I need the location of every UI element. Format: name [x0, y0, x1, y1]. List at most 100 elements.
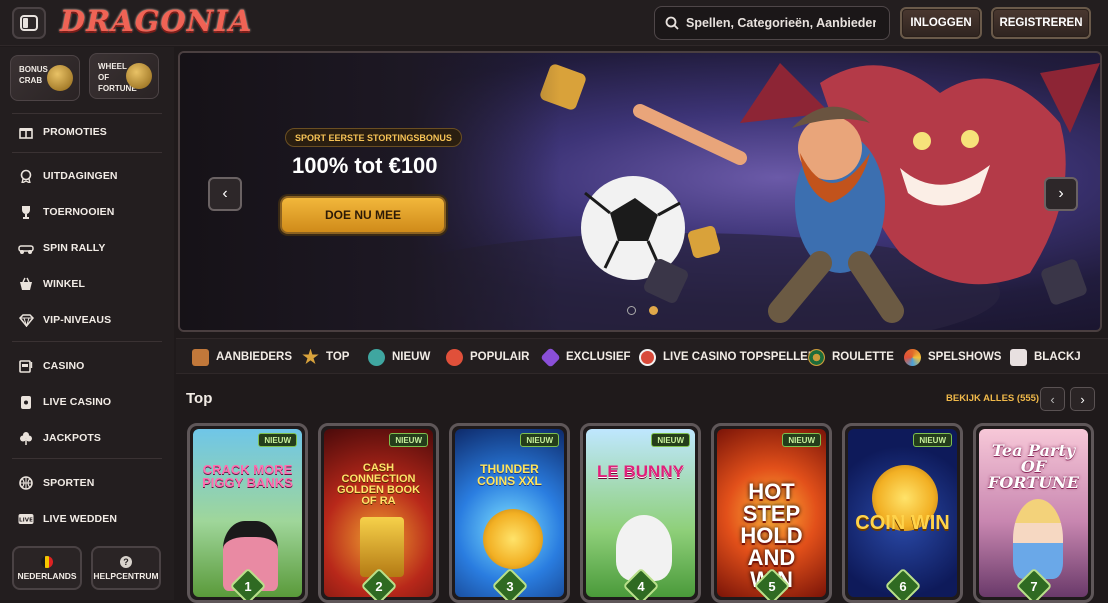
- wheel-icon: [126, 63, 152, 89]
- sidebar-item-label: TOERNOOIEN: [43, 206, 115, 218]
- category-roulette[interactable]: ROULETTE: [808, 339, 894, 373]
- sidebar-item-live-wedden[interactable]: LIVE LIVE WEDDEN: [0, 504, 174, 534]
- hero-prev-button[interactable]: ‹: [208, 177, 242, 211]
- wheel-of-fortune-tile[interactable]: WHEEL OF FORTUNE: [89, 53, 159, 99]
- rank-number: 3: [505, 578, 514, 594]
- game-tile[interactable]: HOT STEP HOLD AND WIN NIEUW 5: [711, 423, 832, 603]
- sidebar-item-uitdagingen[interactable]: UITDAGINGEN: [0, 161, 174, 191]
- hero-title: 100% tot €100: [292, 153, 438, 178]
- category-label: ROULETTE: [832, 351, 894, 363]
- help-icon: ?: [120, 555, 132, 568]
- sidebar-item-winkel[interactable]: WINKEL: [0, 269, 174, 299]
- sidebar-item-label: SPIN RALLY: [43, 242, 106, 254]
- category-aanbieders[interactable]: AANBIEDERS: [192, 339, 292, 373]
- rank-number: 5: [767, 578, 776, 594]
- sidebar-item-casino[interactable]: CASINO: [0, 351, 174, 381]
- category-label: EXCLUSIEF: [566, 351, 631, 363]
- game-tile[interactable]: COIN WIN NIEUW 6: [842, 423, 963, 603]
- sidebar-item-spin-rally[interactable]: SPIN RALLY: [0, 233, 174, 263]
- svg-text:LIVE: LIVE: [19, 518, 33, 524]
- divider: [12, 152, 162, 153]
- game-title: COIN WIN: [855, 512, 950, 534]
- divider: [12, 113, 162, 114]
- category-label: BLACKJ: [1034, 351, 1081, 363]
- help-center-button[interactable]: ? HELPCENTRUM: [91, 546, 161, 590]
- sidebar-item-label: SPORTEN: [43, 477, 95, 489]
- sidebar-item-vip-niveaus[interactable]: VIP-NIVEAUS: [0, 305, 174, 335]
- game-title: Tea Party OF FORTUNE: [988, 441, 1079, 492]
- hero-banner[interactable]: SPORT EERSTE STORTINGSBONUS 100% tot €10…: [178, 51, 1102, 332]
- basket-icon: [18, 276, 34, 292]
- category-label: POPULAIR: [470, 351, 530, 363]
- roulette-icon: [808, 348, 825, 366]
- login-button[interactable]: INLOGGEN: [900, 7, 982, 39]
- search-input[interactable]: [686, 16, 876, 30]
- sidebar-item-live-casino[interactable]: LIVE CASINO: [0, 387, 174, 417]
- promo-label: FORTUNE: [98, 84, 137, 93]
- sidebar-item-label: UITDAGINGEN: [43, 170, 118, 182]
- search-box[interactable]: [654, 6, 890, 40]
- category-label: TOP: [326, 351, 350, 363]
- gift-icon: [18, 124, 34, 140]
- games-prev-button[interactable]: ‹: [1040, 387, 1065, 411]
- game-title: LE BUNNY: [597, 462, 684, 481]
- dragonia-logo[interactable]: DRAGONIA: [60, 4, 252, 38]
- category-label: SPELSHOWS: [928, 351, 1002, 363]
- game-show-icon: [904, 348, 921, 366]
- games-next-button[interactable]: ›: [1070, 387, 1095, 411]
- rank-number: 7: [1029, 578, 1038, 594]
- chevron-right-icon: ›: [1058, 185, 1064, 202]
- category-top[interactable]: TOP: [302, 339, 350, 373]
- clover-icon: [18, 430, 34, 446]
- category-nieuw[interactable]: NIEUW: [368, 339, 431, 373]
- category-blackjack[interactable]: BLACKJ: [1010, 339, 1081, 373]
- new-badge: NIEUW: [913, 433, 952, 447]
- sidebar-item-label: LIVE WEDDEN: [43, 513, 118, 525]
- carousel-dot[interactable]: [627, 306, 636, 315]
- sidebar-item-toernooien[interactable]: TOERNOOIEN: [0, 197, 174, 227]
- game-tile[interactable]: CRACK MORE PIGGY BANKS NIEUW 1: [187, 423, 308, 603]
- game-tile[interactable]: CASH CONNECTION GOLDEN BOOK OF RA NIEUW …: [318, 423, 439, 603]
- live-casino-icon: [639, 348, 656, 366]
- join-now-button[interactable]: DOE NU MEE: [280, 196, 446, 234]
- category-live-casino-topspellen[interactable]: LIVE CASINO TOPSPELLEN: [639, 339, 816, 373]
- hero-tag: SPORT EERSTE STORTINGSBONUS: [285, 128, 462, 147]
- register-button[interactable]: REGISTREREN: [991, 7, 1091, 39]
- chevron-right-icon: ›: [1080, 391, 1085, 407]
- top-bar: DRAGONIA INLOGGEN REGISTREREN: [0, 0, 1108, 46]
- sidebar-icon: [20, 15, 38, 31]
- flag-nl-icon: [41, 555, 53, 568]
- category-spelshows[interactable]: SPELSHOWS: [904, 339, 1002, 373]
- category-populair[interactable]: POPULAIR: [446, 339, 530, 373]
- live-icon: LIVE: [18, 511, 34, 527]
- language-label: NEDERLANDS: [17, 570, 77, 581]
- new-badge: NIEUW: [782, 433, 821, 447]
- rank-number: 2: [374, 578, 383, 594]
- sidebar-item-label: PROMOTIES: [43, 126, 107, 138]
- language-button[interactable]: NEDERLANDS: [12, 546, 82, 590]
- bonus-crab-tile[interactable]: BONUS CRAB: [10, 55, 80, 101]
- game-tile[interactable]: Tea Party OF FORTUNE 7: [973, 423, 1094, 603]
- carousel-dot-active[interactable]: [649, 306, 658, 315]
- popular-icon: [446, 348, 463, 366]
- sidebar-toggle-button[interactable]: [12, 7, 46, 39]
- sidebar-item-promoties[interactable]: PROMOTIES: [0, 117, 174, 147]
- rank-number: 4: [636, 578, 645, 594]
- crab-icon: [47, 65, 73, 91]
- alice-character: [1013, 499, 1063, 579]
- game-tile[interactable]: THUNDER COINS XXL NIEUW 3: [449, 423, 570, 603]
- sidebar-item-sporten[interactable]: SPORTEN: [0, 468, 174, 498]
- game-title: CRACK MORE PIGGY BANKS: [202, 462, 293, 490]
- sidebar-item-jackpots[interactable]: JACKPOTS: [0, 423, 174, 453]
- sidebar-item-label: LIVE CASINO: [43, 396, 112, 408]
- category-exclusief[interactable]: EXCLUSIEF: [540, 339, 631, 373]
- see-all-link[interactable]: BEKIJK ALLES (555): [946, 393, 1039, 404]
- sidebar-item-label: VIP-NIVEAUS: [43, 314, 112, 326]
- hero-next-button[interactable]: ›: [1044, 177, 1078, 211]
- card-icon: [18, 394, 34, 410]
- game-tile[interactable]: LE BUNNY NIEUW 4: [580, 423, 701, 603]
- category-label: NIEUW: [392, 351, 431, 363]
- category-bar: AANBIEDERS TOP NIEUW POPULAIR EXCLUSIEF …: [176, 338, 1108, 374]
- slot-machine-icon: [18, 358, 34, 374]
- medal-icon: [18, 168, 34, 184]
